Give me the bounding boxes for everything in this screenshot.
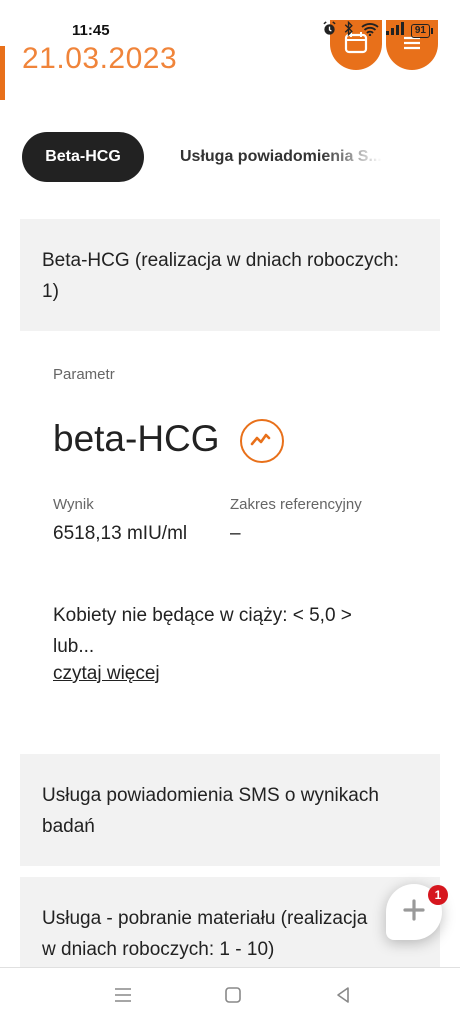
status-bar: 11:45 91	[0, 0, 460, 42]
date-accent-bar	[0, 46, 5, 100]
battery-icon: 91	[410, 24, 434, 38]
trend-chart-icon	[250, 429, 274, 454]
home-square-icon	[224, 986, 242, 1009]
trend-button[interactable]	[240, 419, 284, 463]
result-value: 6518,13 mIU/ml	[53, 523, 188, 544]
status-icons: 91	[322, 20, 434, 41]
reference-range-value: –	[230, 523, 241, 544]
read-more-link[interactable]: czytaj więcej	[53, 663, 160, 685]
section-header-sms-notification[interactable]: Usługa powiadomienia SMS o wynikach bada…	[20, 754, 440, 866]
section-header-beta-hcg[interactable]: Beta-HCG (realizacja w dniach roboczych:…	[20, 219, 440, 331]
page-date: 21.03.2023	[22, 42, 178, 75]
status-time: 11:45	[72, 22, 110, 39]
tab-beta-hcg[interactable]: Beta-HCG	[22, 132, 144, 182]
section-tabs: Beta-HCG Usługa powiadomienia S...	[22, 132, 460, 184]
alarm-icon	[322, 21, 337, 41]
plus-icon	[401, 897, 427, 928]
result-label: Wynik	[53, 496, 94, 513]
reference-range-label: Zakres referencyjny	[230, 496, 362, 513]
parameter-label: Parametr	[53, 366, 115, 383]
home-button[interactable]	[218, 982, 248, 1012]
back-triangle-icon	[335, 986, 351, 1009]
system-nav-bar	[0, 967, 460, 1024]
back-button[interactable]	[328, 982, 358, 1012]
wifi-icon	[361, 22, 379, 41]
reference-description: Kobiety nie będące w ciąży: < 5,0 > lub.…	[53, 605, 352, 657]
tab-sms-notification[interactable]: Usługa powiadomienia S...	[180, 132, 382, 182]
notification-badge: 1	[428, 885, 448, 905]
parameter-name: beta-HCG	[53, 418, 220, 459]
menu-icon	[114, 987, 132, 1008]
bluetooth-icon	[344, 20, 354, 41]
recent-apps-button[interactable]	[108, 982, 138, 1012]
signal-icon	[385, 22, 404, 40]
